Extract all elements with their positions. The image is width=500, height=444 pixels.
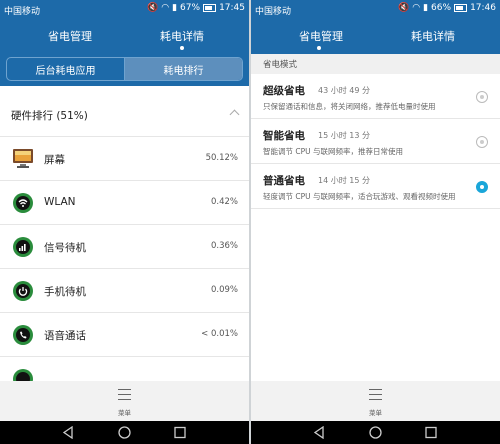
status-bar: 中国移动 🔇 ◠ ▮ 67% 17:45 xyxy=(0,0,249,18)
recents-icon[interactable] xyxy=(174,426,186,439)
battery-percent: 66% xyxy=(431,3,452,13)
mode-row-super[interactable]: 超级省电 43 小时 49 分 只保留通话和信息，将关闭网络，推荐低电量时使用 xyxy=(251,74,500,119)
system-nav-bar xyxy=(251,421,500,444)
phone-icon xyxy=(13,325,33,345)
hardware-label: 语音通话 xyxy=(44,330,86,342)
back-icon[interactable] xyxy=(313,426,325,439)
mode-time: 14 小时 15 分 xyxy=(318,176,370,185)
back-icon[interactable] xyxy=(62,426,74,439)
screen-icon xyxy=(13,149,33,168)
left-screen: 中国移动 🔇 ◠ ▮ 67% 17:45 省电管理 耗电详情 后台耗电应用 耗电… xyxy=(0,0,249,444)
tab-header: 省电管理 耗电详情 xyxy=(251,18,500,54)
mode-name: 智能省电 xyxy=(263,130,305,142)
mode-row-smart[interactable]: 智能省电 15 小时 13 分 智能调节 CPU 与联网频率，推荐日常使用 xyxy=(251,119,500,164)
segment-ranking[interactable]: 耗电排行 xyxy=(125,58,242,80)
hardware-label: 手机待机 xyxy=(44,286,86,298)
hardware-row-screen[interactable]: 屏幕 50.12% xyxy=(0,136,249,180)
signal-bars-icon: ▮ xyxy=(172,3,178,13)
mode-radio[interactable] xyxy=(476,91,488,103)
right-screen: 中国移动 🔇 ◠ ▮ 66% 17:46 省电管理 耗电详情 省电模式 超级省电… xyxy=(251,0,500,444)
segment-bar: 后台耗电应用 耗电排行 xyxy=(0,54,249,86)
menu-bar[interactable]: 菜单 xyxy=(0,381,249,421)
tab-power-details[interactable]: 耗电详情 xyxy=(160,28,204,44)
clock: 17:46 xyxy=(470,3,496,13)
mode-time: 43 小时 49 分 xyxy=(318,86,370,95)
menu-bar[interactable]: 菜单 xyxy=(251,381,500,421)
hardware-row-standby[interactable]: 手机待机 0.09% xyxy=(0,268,249,312)
hardware-percent: 0.09% xyxy=(210,285,238,295)
active-tab-indicator xyxy=(317,46,321,50)
signal-bars-icon: ▮ xyxy=(423,3,429,13)
status-bar: 中国移动 🔇 ◠ ▮ 66% 17:46 xyxy=(251,0,500,18)
battery-percent: 67% xyxy=(180,3,201,13)
hardware-percent: 0.42% xyxy=(210,197,238,207)
tab-power-manage[interactable]: 省电管理 xyxy=(48,28,92,44)
hardware-percent: < 0.01% xyxy=(201,329,238,339)
tab-header: 省电管理 耗电详情 xyxy=(0,18,249,54)
menu-label: 菜单 xyxy=(369,409,382,417)
battery-icon xyxy=(203,4,217,12)
mute-icon: 🔇 xyxy=(398,3,410,13)
mute-icon: 🔇 xyxy=(147,3,159,13)
segment-background-apps[interactable]: 后台耗电应用 xyxy=(7,58,125,80)
hardware-row-wlan[interactable]: WLAN 0.42% xyxy=(0,180,249,224)
wifi-icon: ◠ xyxy=(412,3,421,13)
tab-power-details[interactable]: 耗电详情 xyxy=(411,28,455,44)
hardware-row-signal[interactable]: 信号待机 0.36% xyxy=(0,224,249,268)
power-mode-header: 省电模式 xyxy=(251,54,500,74)
menu-label: 菜单 xyxy=(118,409,131,417)
hardware-label: 屏幕 xyxy=(44,154,65,166)
mode-name: 超级省电 xyxy=(263,85,305,97)
power-icon xyxy=(13,281,33,301)
hardware-label: 信号待机 xyxy=(44,242,86,254)
mode-row-normal[interactable]: 普通省电 14 小时 15 分 轻度调节 CPU 与联网频率，适合玩游戏、观看视… xyxy=(251,164,500,209)
system-nav-bar xyxy=(0,421,249,444)
power-mode-header-label: 省电模式 xyxy=(263,60,298,70)
collapse-chevron-icon[interactable] xyxy=(229,109,240,120)
clock: 17:45 xyxy=(219,3,245,13)
battery-icon xyxy=(454,4,468,12)
menu-icon xyxy=(369,389,382,400)
hardware-ranking-title: 硬件排行 (51%) xyxy=(11,110,88,122)
carrier-label: 中国移动 xyxy=(4,7,41,17)
mode-radio[interactable] xyxy=(476,136,488,148)
tab-power-manage[interactable]: 省电管理 xyxy=(299,28,343,44)
carrier-label: 中国移动 xyxy=(255,7,292,17)
hardware-percent: 0.36% xyxy=(210,241,238,251)
home-icon[interactable] xyxy=(118,426,131,439)
mode-description: 只保留通话和信息，将关闭网络，推荐低电量时使用 xyxy=(263,102,436,111)
mode-description: 智能调节 CPU 与联网频率，推荐日常使用 xyxy=(263,147,404,156)
mode-description: 轻度调节 CPU 与联网频率，适合玩游戏、观看视频时使用 xyxy=(263,192,456,201)
mode-radio-selected[interactable] xyxy=(476,181,488,193)
hardware-label: WLAN xyxy=(44,196,76,208)
menu-icon xyxy=(118,389,131,400)
active-tab-indicator xyxy=(180,46,184,50)
mode-name: 普通省电 xyxy=(263,175,305,187)
wlan-icon xyxy=(13,193,33,213)
mode-time: 15 小时 13 分 xyxy=(318,131,370,140)
segment-control: 后台耗电应用 耗电排行 xyxy=(6,57,243,81)
signal-icon xyxy=(13,237,33,257)
wifi-icon: ◠ xyxy=(161,3,170,13)
hardware-percent: 50.12% xyxy=(205,153,238,163)
hardware-row-voice[interactable]: 语音通话 < 0.01% xyxy=(0,312,249,356)
home-icon[interactable] xyxy=(369,426,382,439)
recents-icon[interactable] xyxy=(425,426,437,439)
